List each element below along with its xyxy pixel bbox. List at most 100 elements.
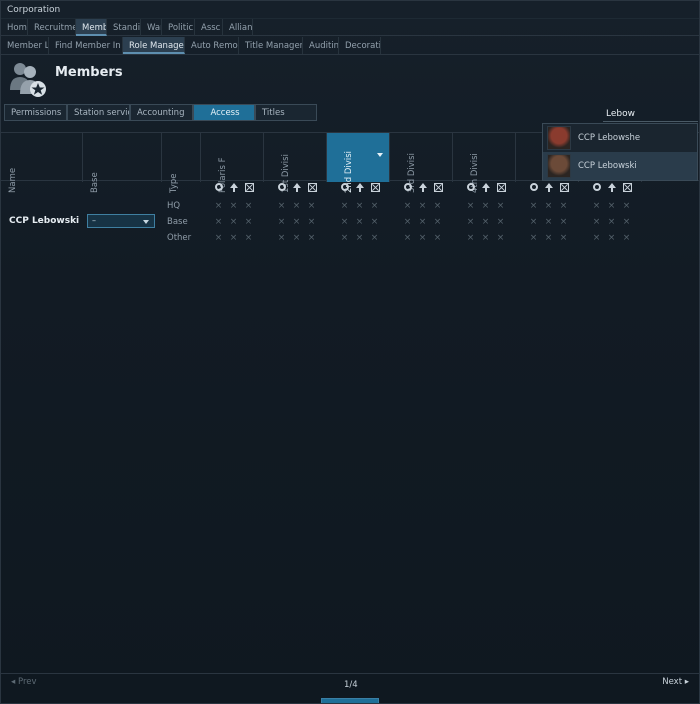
permission-toggle[interactable]: × xyxy=(241,233,256,245)
tab-access[interactable]: Access xyxy=(193,104,255,121)
permission-toggle[interactable]: × xyxy=(226,201,241,213)
permission-toggle[interactable]: × xyxy=(367,201,382,213)
permission-toggle[interactable]: × xyxy=(589,217,604,229)
main-tab-1[interactable]: Recruitme xyxy=(28,19,76,36)
up-arrow-icon[interactable] xyxy=(229,182,239,192)
permission-toggle[interactable]: × xyxy=(463,217,478,229)
permission-toggle[interactable]: × xyxy=(211,233,226,245)
permission-toggle[interactable]: × xyxy=(352,217,367,229)
circle-icon[interactable] xyxy=(277,182,287,192)
sub-tab-2[interactable]: Role Manager xyxy=(123,37,185,54)
permission-toggle[interactable]: × xyxy=(478,201,493,213)
sub-tab-6[interactable]: Decoratic xyxy=(339,37,381,54)
main-tab-6[interactable]: Assc xyxy=(195,19,223,36)
permission-toggle[interactable]: × xyxy=(604,233,619,245)
prev-page-button[interactable]: ◂ Prev xyxy=(11,677,37,687)
permission-toggle[interactable]: × xyxy=(415,201,430,213)
sub-tab-1[interactable]: Find Member In F xyxy=(49,37,123,54)
permission-toggle[interactable]: × xyxy=(304,233,319,245)
permission-toggle[interactable]: × xyxy=(241,201,256,213)
column-header-base[interactable]: Base xyxy=(83,133,162,193)
permission-toggle[interactable]: × xyxy=(352,233,367,245)
permission-toggle[interactable]: × xyxy=(589,201,604,213)
member-search-input[interactable]: Lebow xyxy=(603,107,698,122)
permission-toggle[interactable]: × xyxy=(337,201,352,213)
circle-icon[interactable] xyxy=(403,182,413,192)
main-tab-4[interactable]: War xyxy=(141,19,162,36)
sub-tab-0[interactable]: Member L xyxy=(1,37,49,54)
permission-toggle[interactable]: × xyxy=(478,217,493,229)
checkbox-x-icon[interactable] xyxy=(496,182,506,192)
permission-toggle[interactable]: × xyxy=(463,201,478,213)
permission-toggle[interactable]: × xyxy=(337,233,352,245)
permission-toggle[interactable]: × xyxy=(430,201,445,213)
checkbox-x-icon[interactable] xyxy=(559,182,569,192)
permission-toggle[interactable]: × xyxy=(493,217,508,229)
main-tab-3[interactable]: Standin xyxy=(107,19,141,36)
permission-toggle[interactable]: × xyxy=(619,217,634,229)
division-column-2[interactable]: 2nd Divisi xyxy=(327,133,390,193)
main-tab-0[interactable]: Hom xyxy=(1,19,28,36)
permission-toggle[interactable]: × xyxy=(589,233,604,245)
permission-toggle[interactable]: × xyxy=(604,201,619,213)
permission-toggle[interactable]: × xyxy=(241,217,256,229)
permission-toggle[interactable]: × xyxy=(274,233,289,245)
main-tab-2[interactable]: Membe xyxy=(76,19,107,36)
permission-toggle[interactable]: × xyxy=(526,217,541,229)
bottom-button[interactable] xyxy=(321,698,379,703)
circle-icon[interactable] xyxy=(466,182,476,192)
permission-toggle[interactable]: × xyxy=(337,217,352,229)
permission-toggle[interactable]: × xyxy=(556,217,571,229)
search-result-item[interactable]: CCP Lebowshe xyxy=(543,124,697,152)
circle-icon[interactable] xyxy=(340,182,350,192)
checkbox-x-icon[interactable] xyxy=(622,182,632,192)
member-name[interactable]: CCP Lebowski xyxy=(9,216,79,226)
main-tab-7[interactable]: Allianc xyxy=(223,19,253,36)
up-arrow-icon[interactable] xyxy=(292,182,302,192)
permission-toggle[interactable]: × xyxy=(415,217,430,229)
permission-toggle[interactable]: × xyxy=(430,217,445,229)
permission-toggle[interactable]: × xyxy=(541,233,556,245)
permission-toggle[interactable]: × xyxy=(619,201,634,213)
permission-toggle[interactable]: × xyxy=(415,233,430,245)
checkbox-x-icon[interactable] xyxy=(307,182,317,192)
checkbox-x-icon[interactable] xyxy=(370,182,380,192)
sub-tab-4[interactable]: Title Manager xyxy=(239,37,303,54)
checkbox-x-icon[interactable] xyxy=(433,182,443,192)
division-column-4[interactable]: 4th Divisi xyxy=(453,133,516,193)
circle-icon[interactable] xyxy=(592,182,602,192)
permission-toggle[interactable]: × xyxy=(367,217,382,229)
search-result-item[interactable]: CCP Lebowski xyxy=(543,152,697,180)
permission-toggle[interactable]: × xyxy=(400,233,415,245)
permission-toggle[interactable]: × xyxy=(493,201,508,213)
permission-toggle[interactable]: × xyxy=(541,201,556,213)
division-column-0[interactable]: Polaris F xyxy=(201,133,264,193)
permission-toggle[interactable]: × xyxy=(430,233,445,245)
main-tab-5[interactable]: Politic xyxy=(162,19,195,36)
permission-toggle[interactable]: × xyxy=(274,201,289,213)
tab-station-service[interactable]: Station service xyxy=(67,104,130,121)
permission-toggle[interactable]: × xyxy=(463,233,478,245)
permission-toggle[interactable]: × xyxy=(304,201,319,213)
up-arrow-icon[interactable] xyxy=(544,182,554,192)
tab-titles[interactable]: Titles xyxy=(255,104,317,121)
permission-toggle[interactable]: × xyxy=(526,233,541,245)
permission-toggle[interactable]: × xyxy=(400,217,415,229)
permission-toggle[interactable]: × xyxy=(556,201,571,213)
chevron-down-icon[interactable] xyxy=(377,153,383,157)
tab-accounting[interactable]: Accounting xyxy=(130,104,193,121)
permission-toggle[interactable]: × xyxy=(352,201,367,213)
permission-toggle[interactable]: × xyxy=(478,233,493,245)
permission-toggle[interactable]: × xyxy=(226,233,241,245)
division-column-1[interactable]: 1st Divisi xyxy=(264,133,327,193)
circle-icon[interactable] xyxy=(529,182,539,192)
up-arrow-icon[interactable] xyxy=(607,182,617,192)
division-column-3[interactable]: 3rd Divisi xyxy=(390,133,453,193)
permission-toggle[interactable]: × xyxy=(619,233,634,245)
permission-toggle[interactable]: × xyxy=(556,233,571,245)
permission-toggle[interactable]: × xyxy=(604,217,619,229)
permission-toggle[interactable]: × xyxy=(274,217,289,229)
permission-toggle[interactable]: × xyxy=(289,217,304,229)
base-select[interactable]: – xyxy=(87,214,155,228)
permission-toggle[interactable]: × xyxy=(526,201,541,213)
